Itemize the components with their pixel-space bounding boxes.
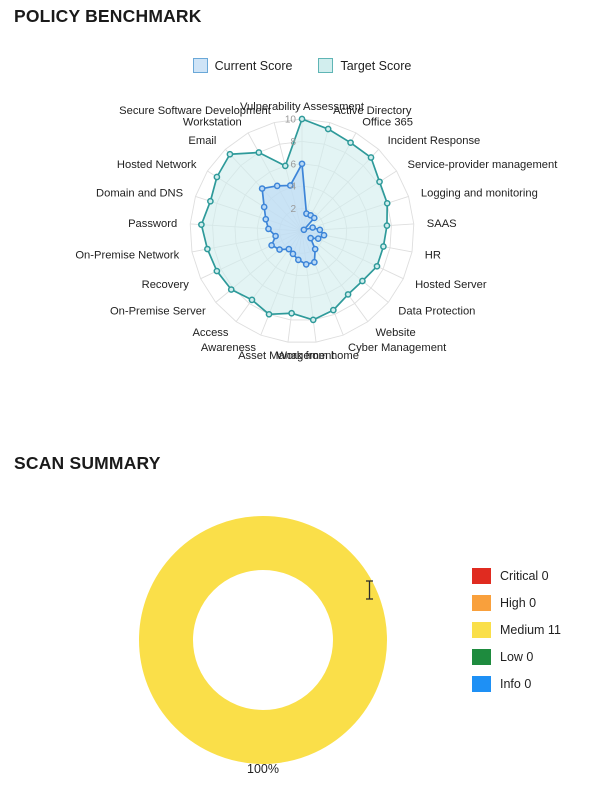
svg-text:Email: Email	[188, 135, 216, 147]
radar-chart-svg: 246810 Vulnerability AssessmentActive Di…	[75, 101, 559, 362]
svg-text:Hosted Network: Hosted Network	[117, 159, 197, 171]
severity-label-medium: Medium 11	[500, 623, 561, 637]
legend-label-target-score: Target Score	[340, 58, 412, 73]
severity-swatch-medium-icon	[472, 622, 491, 638]
severity-label-critical: Critical 0	[500, 569, 549, 583]
svg-text:Awareness: Awareness	[201, 342, 257, 354]
svg-text:Incident Response: Incident Response	[388, 135, 481, 147]
svg-text:Domain and DNS: Domain and DNS	[96, 187, 183, 199]
svg-text:Recovery: Recovery	[142, 279, 190, 291]
svg-text:Access: Access	[192, 327, 228, 339]
severity-entry-medium[interactable]: Medium 11	[472, 622, 561, 638]
legend-label-current-score: Current Score	[214, 58, 293, 73]
svg-text:6: 6	[290, 159, 296, 170]
severity-label-high: High 0	[500, 596, 537, 610]
legend-swatch-target-icon	[318, 58, 334, 73]
legend-swatch-current-icon	[192, 58, 208, 73]
severity-swatch-high-icon	[472, 595, 491, 611]
severity-entry-info[interactable]: Info 0	[472, 676, 561, 692]
svg-text:Hosted Server: Hosted Server	[415, 279, 487, 291]
severity-label-info: Info 0	[500, 677, 532, 691]
svg-text:Cyber Management: Cyber Management	[348, 342, 447, 354]
legend-entry-current-score[interactable]: Current Score	[192, 58, 293, 73]
svg-text:SAAS: SAAS	[427, 218, 457, 230]
svg-text:4: 4	[290, 182, 296, 193]
page-title-scan-summary: SCAN SUMMARY	[14, 453, 161, 473]
donut-chart-svg[interactable]	[118, 495, 408, 785]
severity-entry-low[interactable]: Low 0	[472, 649, 561, 665]
radar-chart-legend: Current Score Target Score	[0, 58, 604, 73]
donut-chart	[118, 495, 408, 785]
svg-text:Password: Password	[128, 218, 177, 230]
svg-text:10: 10	[285, 115, 297, 126]
report-page: POLICY BENCHMARK Current Score Target Sc…	[0, 0, 604, 795]
severity-swatch-info-icon	[472, 676, 491, 692]
severity-swatch-low-icon	[472, 649, 491, 665]
page-title-policy-benchmark: POLICY BENCHMARK	[14, 6, 202, 26]
svg-text:Data Protection: Data Protection	[398, 306, 475, 318]
svg-text:On-Premise Network: On-Premise Network	[75, 249, 179, 261]
svg-text:Active Directory: Active Directory	[333, 105, 412, 117]
severity-entry-critical[interactable]: Critical 0	[472, 568, 561, 584]
donut-percent-label: 100%	[247, 762, 279, 776]
legend-entry-target-score[interactable]: Target Score	[318, 58, 411, 73]
svg-text:Logging and monitoring: Logging and monitoring	[421, 187, 538, 199]
svg-text:Website: Website	[376, 327, 416, 339]
svg-text:Secure Software Development: Secure Software Development	[119, 105, 272, 117]
svg-text:HR: HR	[425, 249, 441, 261]
svg-text:Office 365: Office 365	[362, 117, 413, 129]
svg-text:Workstation: Workstation	[183, 117, 242, 129]
radar-chart: 2 4 6 8 10 Vulnerability Assessment Active Di…	[0, 84, 604, 394]
severity-swatch-critical-icon	[472, 568, 491, 584]
svg-text:On-Premise Server: On-Premise Server	[110, 306, 206, 318]
severity-legend: Critical 0 High 0 Medium 11 Low 0 Info 0	[472, 568, 561, 692]
svg-text:2: 2	[290, 204, 296, 215]
svg-text:8: 8	[290, 137, 296, 148]
severity-label-low: Low 0	[500, 650, 534, 664]
severity-entry-high[interactable]: High 0	[472, 595, 561, 611]
svg-text:Service-provider management: Service-provider management	[408, 159, 559, 171]
